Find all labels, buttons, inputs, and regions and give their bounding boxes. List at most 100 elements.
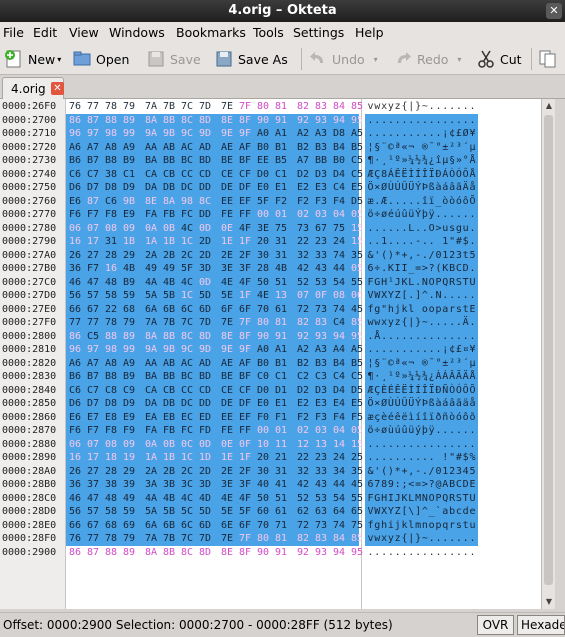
char-cell[interactable]: E (469, 303, 476, 317)
char-cell[interactable]: 5 (469, 249, 476, 263)
hex-byte[interactable]: C1 (275, 370, 287, 384)
hex-byte[interactable]: F7 (87, 262, 99, 276)
hex-row[interactable]: 0000:2740 C6 C7 38 C1 CA CB CC CD CE CF D0 C1 D2 D3 D4 C… (0, 167, 555, 182)
menu-bookmarks[interactable]: Bookmarks (176, 25, 246, 40)
hex-byte[interactable]: AE (221, 141, 233, 155)
hex-byte[interactable]: 28 (257, 262, 269, 276)
hex-row[interactable]: 0000:27A0 26 27 28 29 2A 2B 2C 2D 2E 2F 30 31 32 33 74 3… (0, 248, 555, 263)
hex-byte[interactable]: 15 (351, 235, 363, 249)
char-cell[interactable]: . (469, 330, 476, 344)
hex-byte[interactable]: 80 (257, 532, 269, 546)
hex-byte[interactable]: 93 (315, 114, 327, 128)
hex-byte[interactable]: D9 (123, 397, 135, 411)
hex-byte[interactable]: 66 (69, 303, 81, 317)
hex-byte[interactable]: 57 (87, 505, 99, 519)
hex-byte[interactable]: D6 (69, 397, 81, 411)
hex-byte[interactable]: 50 (257, 492, 269, 506)
hex-row[interactable]: 0000:2710 96 97 98 99 9A 9B 9C 9D 9E 9F A0 A1 A2 A3 D8 A… (0, 127, 555, 141)
hex-byte[interactable]: 01 (275, 208, 287, 222)
hex-byte[interactable]: 14 (333, 438, 345, 452)
hex-byte[interactable]: 5D (199, 505, 211, 519)
hex-byte[interactable]: 91 (275, 114, 287, 128)
hex-byte[interactable]: CF (239, 168, 251, 182)
hex-byte[interactable]: 17 (87, 451, 99, 465)
hex-byte[interactable]: 42 (297, 478, 309, 492)
hex-byte[interactable]: 9C (181, 343, 193, 357)
hex-byte[interactable]: 72 (297, 303, 309, 317)
hex-byte[interactable]: AE (221, 357, 233, 371)
hex-byte[interactable]: 63 (315, 505, 327, 519)
hex-byte[interactable]: 54 (333, 492, 345, 506)
hex-row[interactable]: 0000:2860 E6 E7 E8 E9 EA EB EC ED EE EF F0 F1 F2 F3 F4 F… (0, 410, 555, 424)
hex-byte[interactable]: D7 (87, 397, 99, 411)
hex-byte[interactable]: 23 (315, 235, 327, 249)
hex-byte[interactable]: 16 (105, 262, 117, 276)
hex-byte[interactable]: 79 (123, 316, 135, 330)
hex-byte[interactable]: 08 (333, 289, 345, 303)
hex-byte[interactable]: 94 (333, 330, 345, 344)
hex-byte[interactable]: 13 (315, 438, 327, 452)
hex-byte[interactable]: C6 (69, 168, 81, 182)
hex-byte[interactable]: 97 (87, 127, 99, 141)
hex-byte[interactable]: BD (199, 370, 211, 384)
hex-byte[interactable]: 1C (181, 235, 193, 249)
hex-byte[interactable]: 71 (275, 519, 287, 533)
hex-byte[interactable]: FF (239, 424, 251, 438)
hex-byte[interactable]: 57 (87, 289, 99, 303)
hex-byte[interactable]: 96 (69, 127, 81, 141)
cut-button[interactable]: Cut (476, 47, 522, 71)
hex-byte[interactable]: E3 (315, 181, 327, 195)
hex-byte[interactable]: 8F (239, 330, 251, 344)
hex-byte[interactable]: B6 (69, 370, 81, 384)
hex-byte[interactable]: 1E (221, 451, 233, 465)
hex-byte[interactable]: 83 (315, 532, 327, 546)
hex-byte[interactable]: A5 (351, 127, 363, 141)
hex-byte[interactable]: 9E (221, 127, 233, 141)
save-as-button[interactable]: Save As (214, 47, 288, 71)
hex-row[interactable]: 0000:28C0 46 47 48 49 4A 4B 4C 4D 4E 4F 50 51 52 53 54 5… (0, 491, 555, 506)
hex-row[interactable]: 0000:2880 06 07 08 09 0A 0B 0C 0D 0E 0F 10 11 12 13 14 1… (0, 437, 555, 452)
hex-byte[interactable]: 7B (163, 532, 175, 546)
hex-byte[interactable]: BA (145, 370, 157, 384)
menu-windows[interactable]: Windows (109, 25, 165, 40)
hex-byte[interactable]: 85 (351, 100, 363, 114)
hex-byte[interactable]: 1B (163, 235, 175, 249)
menu-view[interactable]: View (69, 25, 99, 40)
char-cell[interactable]: . (469, 289, 476, 303)
hex-byte[interactable]: 91 (275, 330, 287, 344)
hex-byte[interactable]: 92 (297, 114, 309, 128)
hex-byte[interactable]: D8 (105, 181, 117, 195)
hex-byte[interactable]: 48 (105, 276, 117, 290)
hex-byte[interactable]: B2 (297, 141, 309, 155)
hex-row[interactable]: 0000:2730 B6 B7 B8 B9 BA BB BC BD BE BF EE B5 A7 BB B0 C… (0, 154, 555, 168)
hex-byte[interactable]: 98 (105, 127, 117, 141)
hex-byte[interactable]: B6 (69, 154, 81, 168)
hex-byte[interactable]: AC (181, 357, 193, 371)
copy-button[interactable] (538, 47, 562, 71)
new-button[interactable]: New ▾ (4, 47, 61, 71)
menu-file[interactable]: File (3, 25, 24, 40)
hex-byte[interactable]: 6D (199, 303, 211, 317)
char-cell[interactable]: Å (469, 154, 476, 168)
hex-byte[interactable]: 46 (69, 276, 81, 290)
hex-byte[interactable]: 73 (315, 303, 327, 317)
hex-byte[interactable]: 06 (69, 222, 81, 236)
hex-byte[interactable]: 9F (239, 127, 251, 141)
hex-byte[interactable]: 96 (69, 343, 81, 357)
char-cell[interactable]: . (469, 114, 476, 128)
hex-byte[interactable]: 75 (275, 222, 287, 236)
hex-byte[interactable]: FA (145, 424, 157, 438)
hex-byte[interactable]: 28 (105, 249, 117, 263)
hex-row[interactable]: 0000:2780 06 07 08 09 0A 0B 4C 0D 0E 4F 3E 75 73 67 75 1… (0, 221, 555, 236)
char-cell[interactable]: . (469, 316, 476, 330)
hex-byte[interactable]: F7 (87, 424, 99, 438)
hex-byte[interactable]: 51 (275, 492, 287, 506)
hex-byte[interactable]: 77 (87, 532, 99, 546)
hex-byte[interactable]: DD (199, 181, 211, 195)
hex-byte[interactable]: 5E (221, 505, 233, 519)
hex-byte[interactable]: 48 (105, 492, 117, 506)
hex-byte[interactable]: 90 (257, 546, 269, 560)
hex-byte[interactable]: 5B (163, 505, 175, 519)
hex-byte[interactable]: D1 (275, 384, 287, 398)
hex-byte[interactable]: 06 (69, 438, 81, 452)
